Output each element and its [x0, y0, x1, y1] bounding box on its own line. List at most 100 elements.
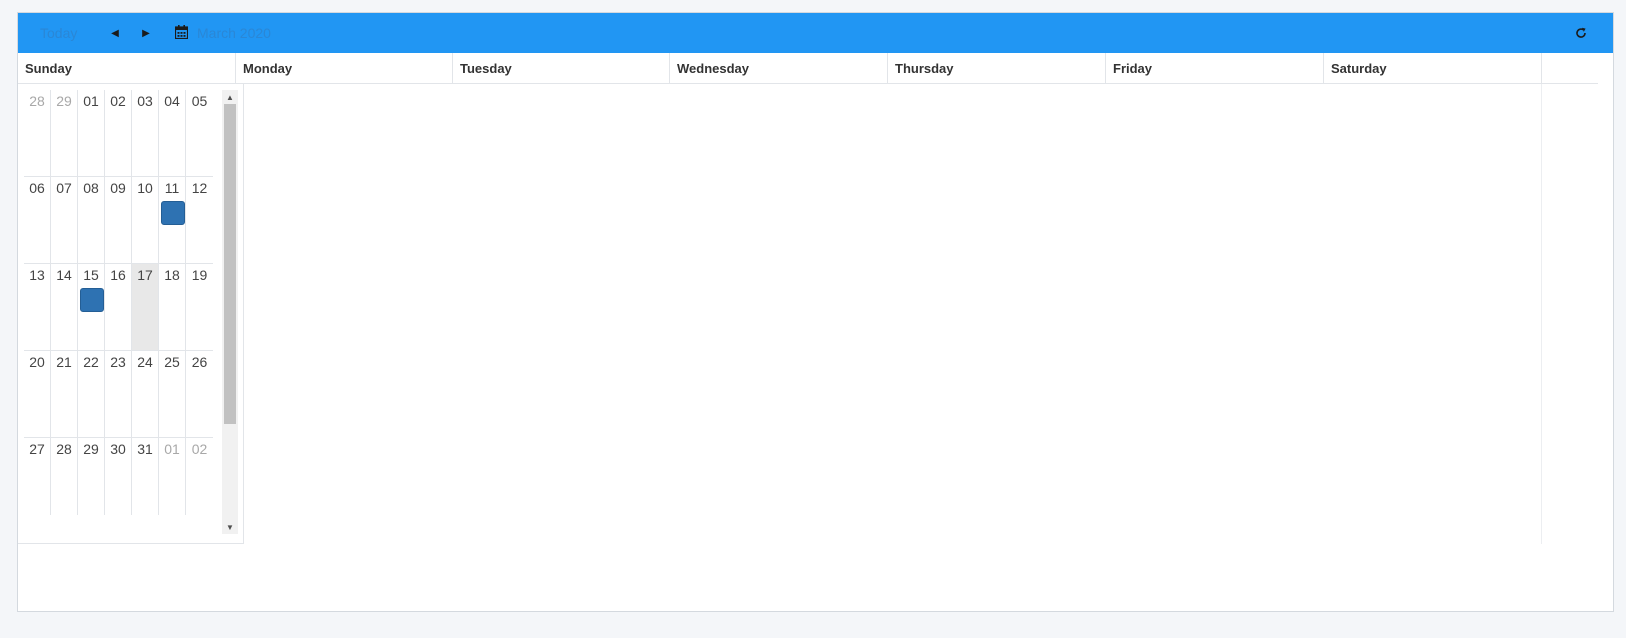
day-header-monday: Monday: [236, 53, 453, 84]
scroll-up-icon[interactable]: ▲: [222, 90, 238, 104]
triangle-left-icon: ◀: [111, 27, 119, 39]
month-day-number: 15: [83, 267, 99, 283]
month-day-cell[interactable]: 17: [132, 264, 159, 351]
month-day-cell[interactable]: 11: [159, 177, 186, 264]
refresh-button[interactable]: [1571, 13, 1591, 53]
month-day-cell[interactable]: 26: [186, 351, 213, 438]
month-day-number: 26: [191, 354, 208, 370]
weekday-header-row: Sunday Monday Tuesday Wednesday Thursday…: [18, 53, 1598, 84]
triangle-right-icon: ▶: [142, 27, 150, 39]
day-header-friday: Friday: [1106, 53, 1324, 84]
month-day-number: 23: [110, 354, 126, 370]
refresh-icon: [1576, 27, 1586, 38]
month-day-cell[interactable]: 06: [24, 177, 51, 264]
month-day-number: 28: [29, 93, 45, 109]
month-day-cell[interactable]: 23: [105, 351, 132, 438]
month-day-number: 02: [110, 93, 126, 109]
month-day-cell[interactable]: 14: [51, 264, 78, 351]
month-day-cell[interactable]: 29: [51, 90, 78, 177]
day-header-sunday: Sunday: [18, 53, 236, 84]
scheduler-toolbar: Today ◀ ▶ March 2020: [18, 13, 1613, 53]
month-day-number: 17: [137, 267, 153, 283]
month-day-number: 20: [29, 354, 45, 370]
month-day-cell[interactable]: 01: [78, 90, 105, 177]
month-day-cell[interactable]: 02: [186, 438, 213, 515]
week-body: 28 29 01 02 03 04 05 06 07 08 09 10 11 12 13 14 15 16 17 18…: [18, 84, 1598, 544]
month-day-cell[interactable]: 07: [51, 177, 78, 264]
month-day-number: 09: [110, 180, 126, 196]
month-day-cell[interactable]: 27: [24, 438, 51, 515]
month-day-number: 30: [110, 441, 126, 457]
month-day-number: 13: [29, 267, 45, 283]
month-day-cell[interactable]: 28: [51, 438, 78, 515]
month-day-number: 06: [29, 180, 45, 196]
scrollbar-thumb[interactable]: [224, 104, 236, 424]
month-calendar-grid: 28 29 01 02 03 04 05 06 07 08 09 10 11 12 13 14 15 16 17 18…: [24, 90, 213, 534]
column-divider: [1541, 84, 1542, 544]
vertical-scrollbar[interactable]: ▲ ▼: [222, 90, 238, 534]
month-day-number: 04: [164, 93, 180, 109]
month-day-number: 11: [164, 180, 180, 196]
month-day-number: 14: [56, 267, 72, 283]
next-button[interactable]: ▶: [131, 13, 161, 53]
month-day-cell[interactable]: 12: [186, 177, 213, 264]
month-day-number: 03: [137, 93, 153, 109]
month-day-number: 18: [164, 267, 180, 283]
month-day-number: 22: [83, 354, 99, 370]
today-button-label: Today: [40, 25, 78, 41]
month-day-cell[interactable]: 13: [24, 264, 51, 351]
month-day-cell[interactable]: 20: [24, 351, 51, 438]
month-day-cell[interactable]: 18: [159, 264, 186, 351]
calendar-icon: [175, 25, 188, 39]
month-day-number: 21: [56, 354, 72, 370]
month-day-cell[interactable]: 10: [132, 177, 159, 264]
month-day-cell[interactable]: 16: [105, 264, 132, 351]
month-day-number: 29: [83, 441, 99, 457]
month-day-number: 19: [191, 267, 208, 283]
month-day-number: 24: [137, 354, 153, 370]
month-day-number: 10: [137, 180, 153, 196]
month-day-cell[interactable]: 08: [78, 177, 105, 264]
month-day-cell[interactable]: 29: [78, 438, 105, 515]
month-day-cell[interactable]: 31: [132, 438, 159, 515]
day-header-tuesday: Tuesday: [453, 53, 670, 84]
month-day-number: 29: [56, 93, 72, 109]
month-day-cell[interactable]: 21: [51, 351, 78, 438]
event-chip[interactable]: [161, 201, 185, 225]
day-header-thursday: Thursday: [888, 53, 1106, 84]
month-day-number: 08: [83, 180, 99, 196]
month-day-cell[interactable]: 22: [78, 351, 105, 438]
month-day-cell[interactable]: 25: [159, 351, 186, 438]
month-day-number: 05: [191, 93, 208, 109]
month-day-number: 31: [137, 441, 153, 457]
month-day-number: 28: [56, 441, 72, 457]
event-chip[interactable]: [80, 288, 104, 312]
sunday-cell[interactable]: 28 29 01 02 03 04 05 06 07 08 09 10 11 12 13 14 15 16 17 18…: [18, 84, 244, 544]
date-range-label: March 2020: [197, 25, 271, 41]
month-day-cell[interactable]: 01: [159, 438, 186, 515]
scroll-down-icon[interactable]: ▼: [222, 520, 238, 534]
previous-button[interactable]: ◀: [100, 13, 130, 53]
month-day-number: 16: [110, 267, 126, 283]
month-day-cell[interactable]: 03: [132, 90, 159, 177]
month-day-cell[interactable]: 19: [186, 264, 213, 351]
scheduler: Today ◀ ▶ March 2020 Sunday Monday Tuesd…: [17, 12, 1614, 612]
month-day-number: 01: [164, 441, 180, 457]
today-button[interactable]: Today: [40, 13, 100, 53]
month-day-number: 27: [29, 441, 45, 457]
month-day-number: 02: [191, 441, 208, 457]
month-day-number: 01: [83, 93, 99, 109]
month-day-cell[interactable]: 15: [78, 264, 105, 351]
month-day-number: 25: [164, 354, 180, 370]
month-day-number: 07: [56, 180, 72, 196]
month-day-cell[interactable]: 04: [159, 90, 186, 177]
month-day-cell[interactable]: 24: [132, 351, 159, 438]
day-header-wednesday: Wednesday: [670, 53, 888, 84]
month-day-cell[interactable]: 05: [186, 90, 213, 177]
day-header-saturday: Saturday: [1324, 53, 1542, 84]
date-range-button[interactable]: March 2020: [175, 13, 271, 53]
month-day-cell[interactable]: 30: [105, 438, 132, 515]
month-day-cell[interactable]: 09: [105, 177, 132, 264]
month-day-cell[interactable]: 28: [24, 90, 51, 177]
month-day-cell[interactable]: 02: [105, 90, 132, 177]
